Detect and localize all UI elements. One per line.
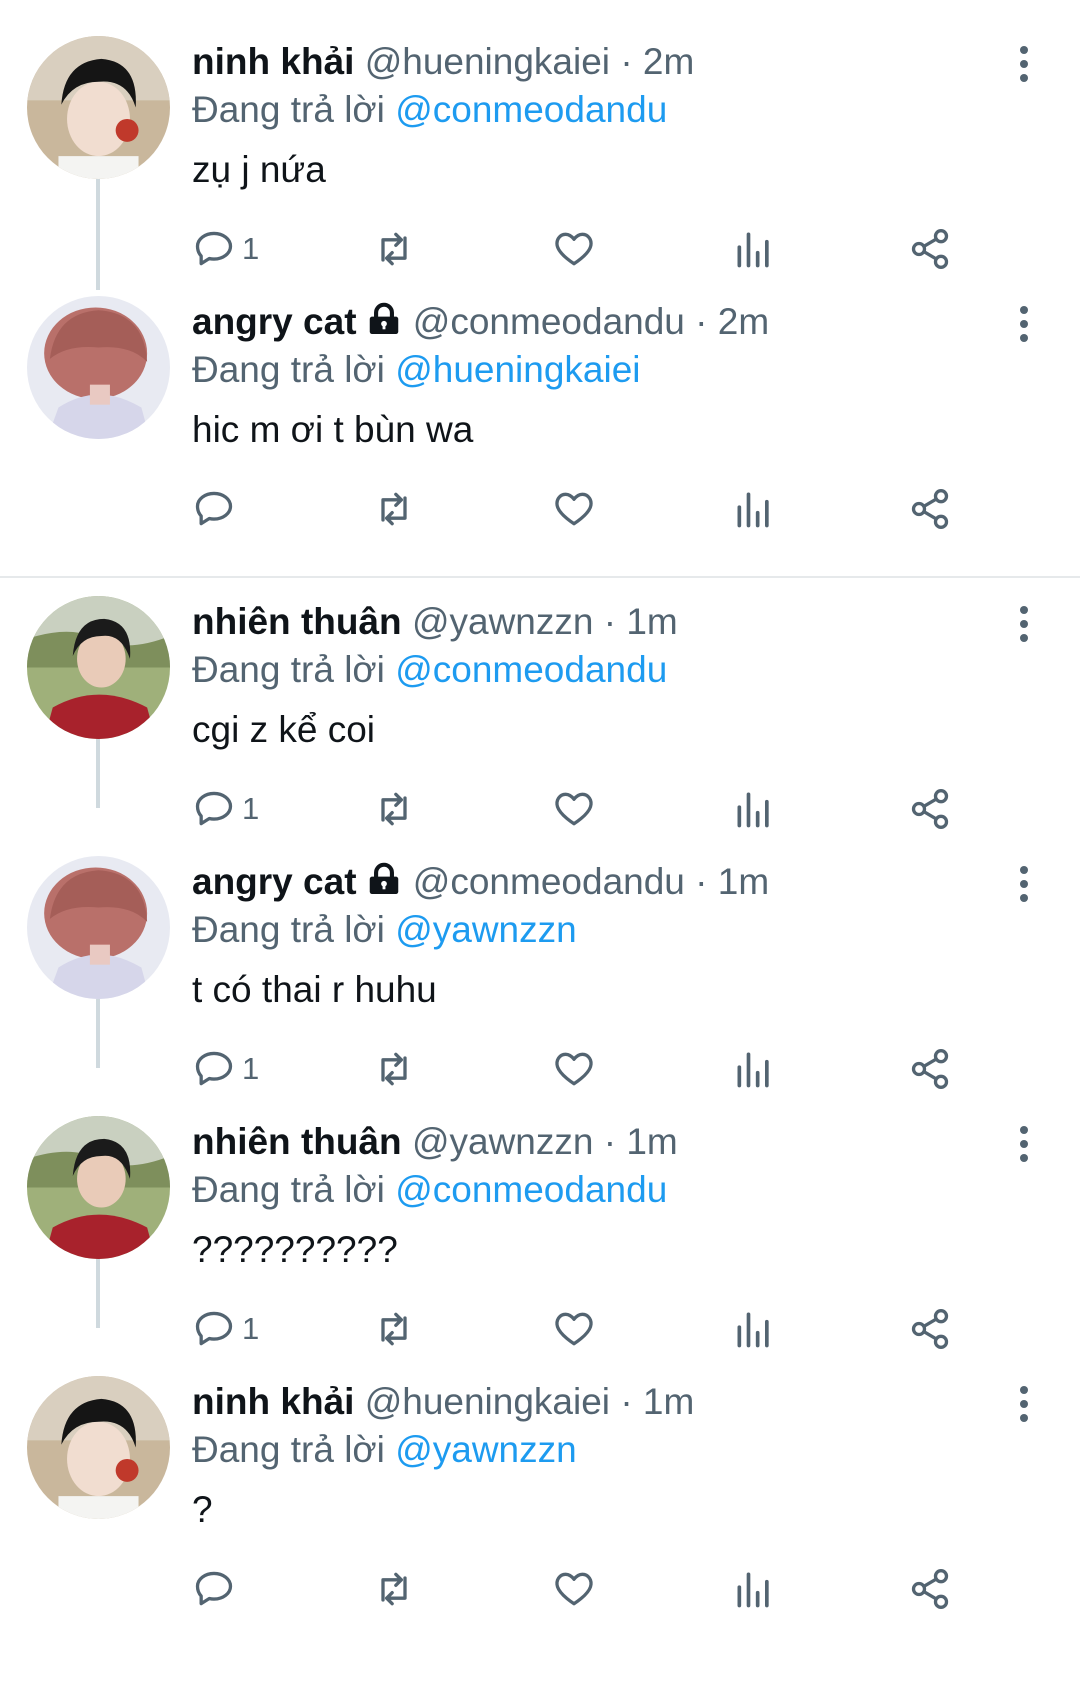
like-button[interactable]: [552, 485, 596, 533]
more-options-button[interactable]: [1010, 1124, 1038, 1164]
mention-link[interactable]: @conmeodandu: [395, 1169, 667, 1210]
timestamp[interactable]: 1m: [643, 1381, 694, 1422]
display-name[interactable]: nhiên thuân: [192, 1121, 402, 1162]
more-options-button[interactable]: [1010, 304, 1038, 344]
mention-link[interactable]: @yawnzzn: [395, 1429, 577, 1470]
user-handle[interactable]: @hueningkaiei: [365, 41, 610, 82]
tweet-text: zụ j nứa: [192, 149, 326, 190]
more-vertical-icon: [1020, 1126, 1028, 1162]
more-options-button[interactable]: [1010, 864, 1038, 904]
user-handle[interactable]: @conmeodandu: [413, 301, 685, 342]
tweet-text: t có thai r huhu: [192, 969, 437, 1010]
share-icon: [911, 489, 949, 529]
timestamp[interactable]: 2m: [643, 41, 694, 82]
display-name[interactable]: ninh khải: [192, 1381, 354, 1422]
lock-icon: [365, 300, 403, 338]
lock-icon: [365, 860, 403, 898]
heart-icon: [555, 1572, 593, 1606]
separator-dot: ·: [603, 1121, 617, 1162]
display-name[interactable]: ninh khải: [192, 41, 354, 82]
tweet-text: hic m ơi t bùn wa: [192, 409, 474, 450]
tweet-text: ?: [192, 1489, 213, 1530]
mention-link[interactable]: @hueningkaiei: [395, 349, 640, 390]
more-options-button[interactable]: [1010, 1384, 1038, 1424]
replying-to: Đang trả lời @yawnzzn: [192, 908, 1080, 952]
tweet[interactable]: angry cat @conmeodandu · 1m Đang trả lời…: [0, 820, 1080, 1100]
more-vertical-icon: [1020, 46, 1028, 82]
tweet-text: cgi z kể coi: [192, 709, 376, 750]
mention-link[interactable]: @yawnzzn: [395, 909, 577, 950]
replying-to-label: Đang trả lời: [192, 349, 385, 390]
views-button[interactable]: [732, 1565, 776, 1613]
replying-to: Đang trả lời @yawnzzn: [192, 1428, 1080, 1472]
avatar[interactable]: [27, 1116, 170, 1259]
display-name[interactable]: angry cat: [192, 301, 357, 342]
mention-link[interactable]: @conmeodandu: [395, 89, 667, 130]
more-vertical-icon: [1020, 866, 1028, 902]
separator-dot: ·: [695, 861, 708, 902]
separator-dot: ·: [695, 301, 708, 342]
user-handle[interactable]: @yawnzzn: [412, 601, 594, 642]
reply-button[interactable]: [192, 1565, 242, 1613]
user-handle[interactable]: @hueningkaiei: [365, 1381, 610, 1422]
more-vertical-icon: [1020, 306, 1028, 342]
user-handle[interactable]: @yawnzzn: [412, 1121, 594, 1162]
share-button[interactable]: [908, 485, 952, 533]
retweet-button[interactable]: [372, 485, 416, 533]
replying-to-label: Đang trả lời: [192, 1429, 385, 1470]
more-vertical-icon: [1020, 1386, 1028, 1422]
avatar[interactable]: [27, 856, 170, 999]
timestamp[interactable]: 1m: [626, 1121, 677, 1162]
heart-icon: [555, 492, 593, 526]
separator-dot: ·: [603, 601, 617, 642]
views-icon: [737, 1572, 769, 1608]
more-options-button[interactable]: [1010, 44, 1038, 84]
retweet-icon: [381, 492, 407, 526]
display-name[interactable]: nhiên thuân: [192, 601, 402, 642]
avatar[interactable]: [27, 296, 170, 439]
tweet[interactable]: nhiên thuân @yawnzzn · 1m Đang trả lời @…: [0, 1080, 1080, 1360]
retweet-button[interactable]: [372, 1565, 416, 1613]
more-options-button[interactable]: [1010, 604, 1038, 644]
tweet-text: ??????????: [192, 1229, 398, 1270]
timestamp[interactable]: 2m: [718, 301, 769, 342]
replying-to-label: Đang trả lời: [192, 89, 385, 130]
avatar[interactable]: [27, 596, 170, 739]
timestamp[interactable]: 1m: [626, 601, 677, 642]
reply-icon: [195, 491, 233, 526]
avatar[interactable]: [27, 36, 170, 179]
avatar[interactable]: [27, 1376, 170, 1519]
tweet[interactable]: angry cat @conmeodandu · 2m Đang trả lời…: [0, 260, 1080, 540]
user-handle[interactable]: @conmeodandu: [413, 861, 685, 902]
views-icon: [737, 492, 769, 528]
replying-to: Đang trả lời @conmeodandu: [192, 1168, 1080, 1212]
like-button[interactable]: [552, 1565, 596, 1613]
replying-to-label: Đang trả lời: [192, 649, 385, 690]
display-name[interactable]: angry cat: [192, 861, 357, 902]
timestamp[interactable]: 1m: [718, 861, 769, 902]
more-vertical-icon: [1020, 606, 1028, 642]
reply-icon: [195, 1571, 233, 1606]
reply-button[interactable]: [192, 485, 242, 533]
replying-to-label: Đang trả lời: [192, 1169, 385, 1210]
replying-to: Đang trả lời @conmeodandu: [192, 648, 1080, 692]
replying-to: Đang trả lời @conmeodandu: [192, 88, 1080, 132]
mention-link[interactable]: @conmeodandu: [395, 649, 667, 690]
retweet-icon: [381, 1572, 407, 1606]
replying-to-label: Đang trả lời: [192, 909, 385, 950]
separator-dot: ·: [620, 1381, 633, 1422]
tweet[interactable]: ninh khải @hueningkaiei · 2m Đang trả lờ…: [0, 0, 1080, 280]
share-icon: [911, 1569, 949, 1609]
views-button[interactable]: [732, 485, 776, 533]
separator-dot: ·: [620, 41, 633, 82]
tweet[interactable]: ninh khải @hueningkaiei · 1m Đang trả lờ…: [0, 1340, 1080, 1620]
replying-to: Đang trả lời @hueningkaiei: [192, 348, 1080, 392]
share-button[interactable]: [908, 1565, 952, 1613]
tweet[interactable]: nhiên thuân @yawnzzn · 1m Đang trả lời @…: [0, 560, 1080, 840]
